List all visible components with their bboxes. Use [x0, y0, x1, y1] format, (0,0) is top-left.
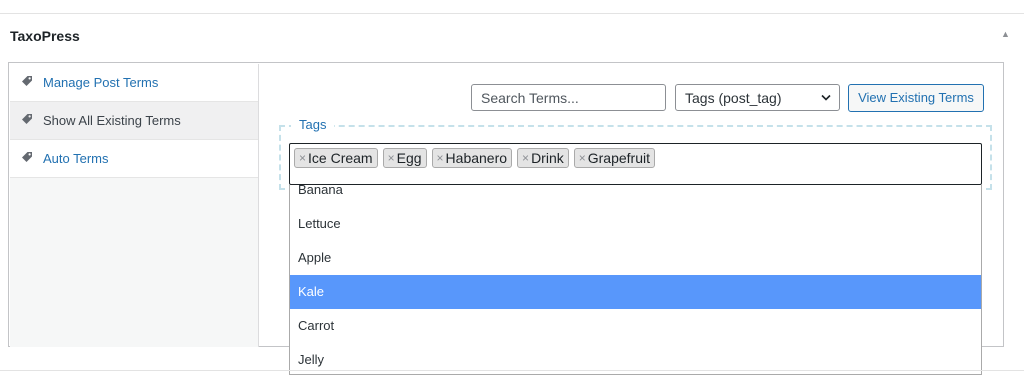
sidebar: Manage Post Terms Show All Existing Term…: [10, 64, 259, 347]
remove-tag-icon[interactable]: ×: [522, 151, 529, 165]
tag-chip-label: Ice Cream: [308, 150, 373, 166]
tag-suggestion-dropdown[interactable]: Banana Lettuce Apple Kale Carrot Jelly: [289, 185, 982, 375]
tag-chip-list: × Ice Cream × Egg × Habanero × Drink × G…: [294, 148, 655, 168]
chevron-down-icon: [821, 94, 831, 101]
dropdown-option[interactable]: Banana: [290, 185, 981, 207]
tag-chip: × Habanero: [431, 148, 513, 168]
tag-chip: × Drink: [517, 148, 569, 168]
tags-legend: Tags: [291, 117, 335, 132]
bottom-divider: [0, 370, 1024, 371]
tag-chip-label: Egg: [396, 150, 422, 166]
top-divider: [0, 13, 1024, 14]
tag-chip-label: Grapefruit: [587, 150, 650, 166]
tag-chip-label: Habanero: [445, 150, 508, 166]
tags-input-box[interactable]: × Ice Cream × Egg × Habanero × Drink × G…: [289, 143, 982, 185]
tab-label: Manage Post Terms: [43, 75, 159, 90]
tab-label: Auto Terms: [43, 151, 109, 166]
tab-label: Show All Existing Terms: [43, 113, 181, 128]
triangle-up-icon[interactable]: ▲: [1001, 29, 1010, 39]
dropdown-option[interactable]: Lettuce: [290, 207, 981, 241]
tag-chip-label: Drink: [531, 150, 564, 166]
remove-tag-icon[interactable]: ×: [437, 151, 444, 165]
tag-chip: × Egg: [382, 148, 427, 168]
dropdown-option[interactable]: Apple: [290, 241, 981, 275]
metabox-panel: Manage Post Terms Show All Existing Term…: [8, 62, 1004, 375]
dropdown-option[interactable]: Carrot: [290, 309, 981, 343]
tag-icon: [22, 76, 32, 86]
search-terms-input[interactable]: [471, 84, 666, 111]
tag-chip: × Grapefruit: [573, 148, 655, 168]
tag-icon: [22, 114, 32, 124]
remove-tag-icon[interactable]: ×: [388, 151, 395, 165]
taxonomy-select-value: Tags (post_tag): [685, 90, 782, 106]
remove-tag-icon[interactable]: ×: [299, 151, 306, 165]
tag-icon: [22, 152, 32, 162]
tag-chip: × Ice Cream: [294, 148, 378, 168]
view-existing-terms-button[interactable]: View Existing Terms: [848, 84, 984, 112]
tab-auto-terms[interactable]: Auto Terms: [10, 140, 258, 178]
remove-tag-icon[interactable]: ×: [579, 151, 586, 165]
metabox-title: TaxoPress: [10, 28, 80, 44]
tab-show-all-existing-terms[interactable]: Show All Existing Terms: [10, 102, 258, 140]
taxonomy-select[interactable]: Tags (post_tag): [675, 84, 840, 111]
dropdown-option-list: Banana Lettuce Apple Kale Carrot Jelly: [290, 185, 981, 374]
dropdown-option-highlighted[interactable]: Kale: [290, 275, 981, 309]
tab-manage-post-terms[interactable]: Manage Post Terms: [10, 64, 258, 102]
